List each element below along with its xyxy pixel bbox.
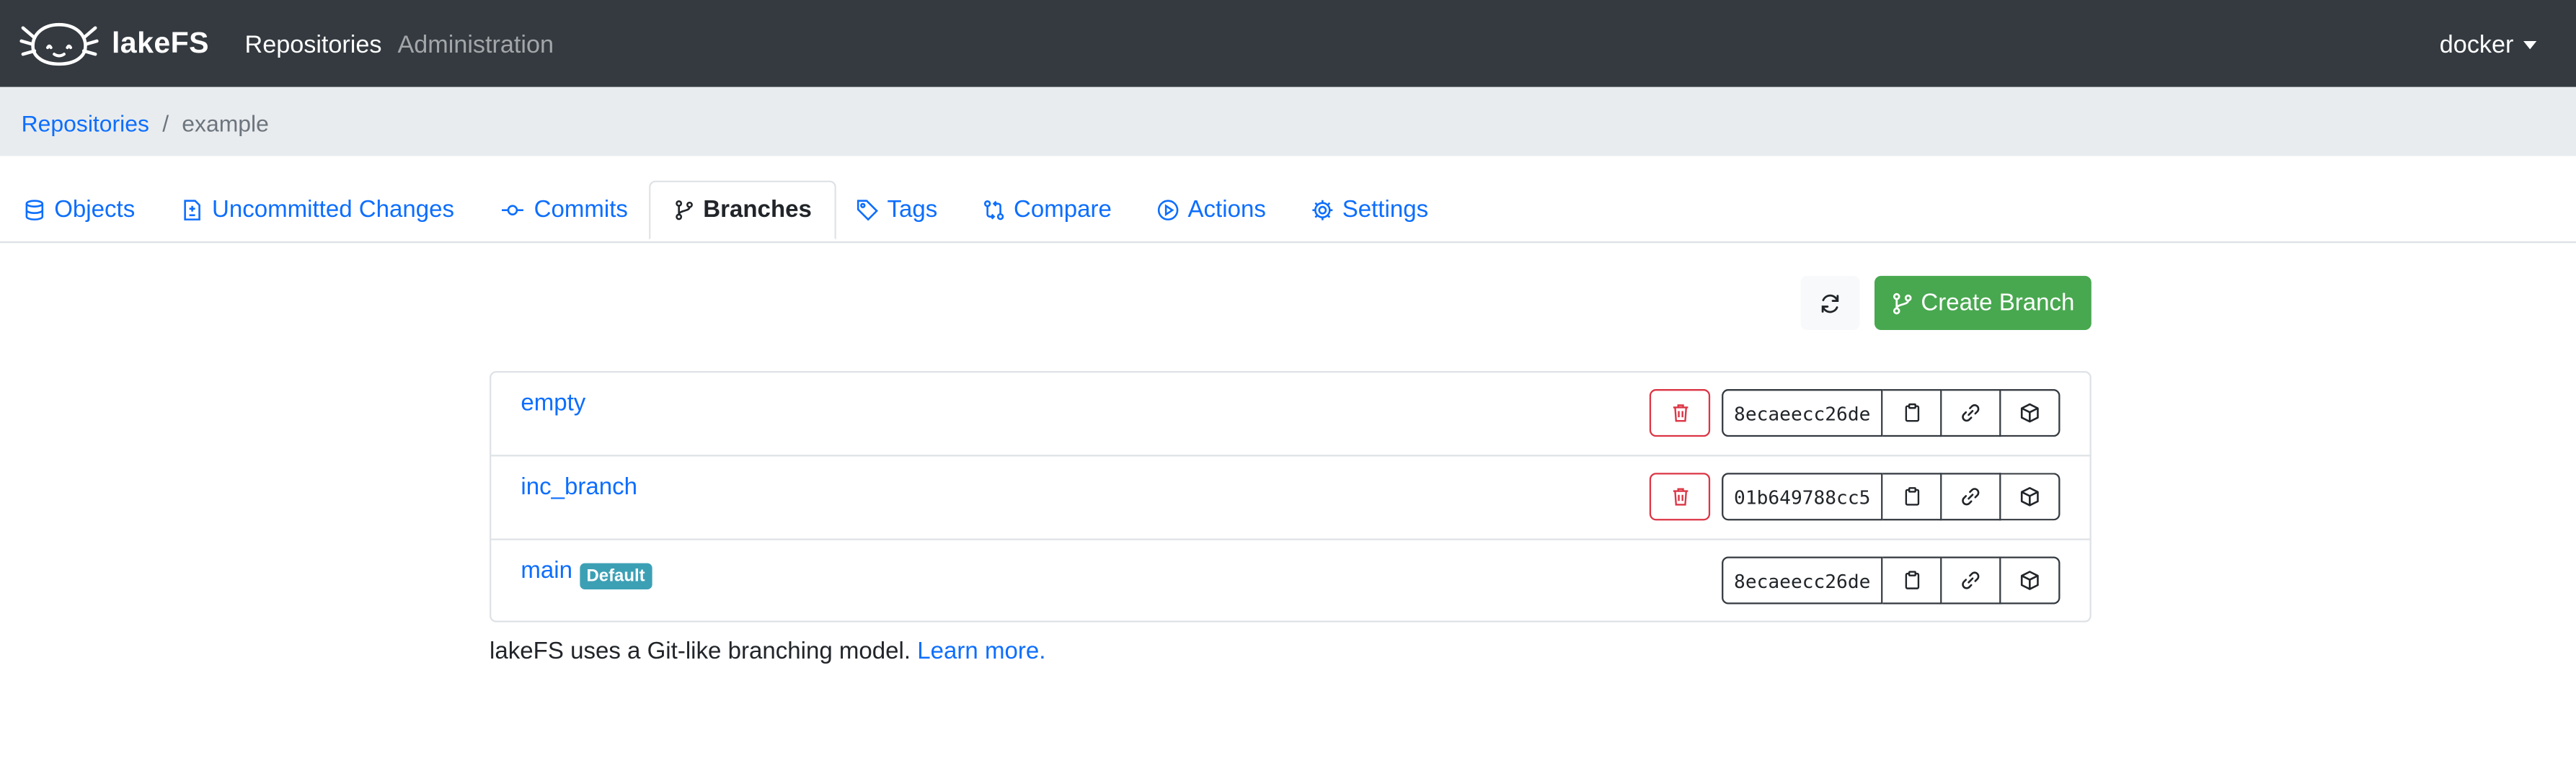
repo-tabs: Objects Uncommitted Changes Commits Bran…	[0, 180, 2576, 244]
axolotl-logo-icon	[19, 22, 99, 66]
tab-label: Settings	[1342, 197, 1429, 223]
tab-label: Tags	[887, 197, 938, 223]
tab-objects[interactable]: Objects	[23, 181, 135, 240]
tab-label: Objects	[54, 197, 136, 223]
branch-name-link[interactable]: main	[521, 558, 572, 584]
database-icon	[25, 200, 44, 220]
user-name: docker	[2439, 31, 2514, 60]
tag-icon	[857, 200, 878, 221]
git-compare-icon	[983, 200, 1004, 220]
tab-uncommitted-changes[interactable]: Uncommitted Changes	[181, 181, 454, 240]
user-menu-dropdown[interactable]: docker	[2440, 31, 2537, 59]
clipboard-icon	[1904, 571, 1919, 589]
refresh-button[interactable]	[1800, 275, 1860, 331]
commit-button-group: 8ecaeecc26de	[1722, 556, 2061, 605]
learn-more-link[interactable]: Learn more.	[917, 638, 1045, 664]
branch-row: inc_branch 01b649788cc5	[491, 456, 2090, 540]
tab-label: Commits	[534, 197, 628, 223]
commit-button-group: 8ecaeecc26de	[1722, 389, 2061, 437]
nav-repositories-link[interactable]: Repositories	[245, 31, 382, 59]
browse-objects-button[interactable]	[2001, 556, 2061, 605]
branch-name-link[interactable]: empty	[521, 391, 585, 416]
branch-name-link[interactable]: inc_branch	[521, 475, 637, 501]
browse-objects-button[interactable]	[2001, 389, 2061, 437]
tab-actions[interactable]: Actions	[1156, 181, 1266, 240]
default-badge: Default	[580, 563, 652, 590]
browse-objects-button[interactable]	[2001, 473, 2061, 521]
copy-commit-button[interactable]	[1882, 473, 1942, 521]
link-icon	[1962, 488, 1980, 506]
refresh-icon	[1821, 293, 1839, 313]
clipboard-icon	[1904, 403, 1919, 422]
commit-id-link[interactable]: 01b649788cc5	[1722, 473, 1883, 521]
trash-icon	[1672, 488, 1688, 506]
copy-link-button[interactable]	[1942, 473, 2001, 521]
brand-logo[interactable]: lakeFS	[19, 18, 209, 67]
trash-icon	[1672, 404, 1688, 422]
clipboard-icon	[1904, 487, 1919, 506]
tab-tags[interactable]: Tags	[856, 181, 937, 240]
commit-button-group: 01b649788cc5	[1722, 473, 2061, 521]
copy-commit-button[interactable]	[1882, 389, 1942, 437]
breadcrumb-repositories-link[interactable]: Repositories	[22, 110, 149, 136]
tab-commits[interactable]: Commits	[500, 181, 628, 240]
package-icon	[2020, 486, 2039, 507]
create-branch-button[interactable]: Create Branch	[1874, 275, 2092, 331]
git-commit-icon	[502, 205, 523, 215]
branch-row: main Default 8ecaeecc26de	[491, 540, 2089, 624]
nav-administration-link[interactable]: Administration	[397, 31, 554, 59]
commit-id-link[interactable]: 8ecaeecc26de	[1722, 556, 1883, 605]
tab-label: Actions	[1187, 197, 1266, 223]
delete-branch-button[interactable]	[1649, 473, 1711, 521]
git-branch-icon	[1893, 292, 1913, 314]
copy-commit-button[interactable]	[1882, 556, 1942, 605]
brand-name: lakeFS	[111, 25, 209, 58]
top-navbar: lakeFS Repositories Administration docke…	[0, 0, 2576, 87]
tab-settings[interactable]: Settings	[1311, 181, 1428, 240]
breadcrumb-bar: Repositories / example	[0, 86, 2576, 156]
gear-icon	[1312, 200, 1333, 220]
copy-link-button[interactable]	[1942, 556, 2001, 605]
tab-label: Compare	[1013, 197, 1112, 223]
copy-link-button[interactable]	[1942, 389, 2001, 437]
link-icon	[1962, 571, 1980, 589]
package-icon	[2020, 571, 2039, 590]
branch-list: empty 8ecaeecc26de inc_branch 01b649788c…	[490, 370, 2092, 624]
tab-branches[interactable]: Branches	[649, 180, 837, 240]
git-branch-icon	[676, 200, 693, 220]
tab-label: Uncommitted Changes	[211, 197, 455, 223]
caret-down-icon	[2523, 40, 2537, 50]
branching-info-text: lakeFS uses a Git-like branching model. …	[490, 638, 1045, 664]
create-branch-label: Create Branch	[1921, 290, 2075, 316]
file-diff-icon	[184, 200, 200, 220]
package-icon	[2020, 403, 2039, 423]
delete-branch-button[interactable]	[1649, 389, 1711, 437]
tab-label: Branches	[703, 197, 812, 223]
commit-id-link[interactable]: 8ecaeecc26de	[1722, 389, 1883, 437]
tab-compare[interactable]: Compare	[983, 181, 1112, 240]
play-icon	[1157, 200, 1179, 220]
breadcrumb: Repositories / example	[22, 110, 269, 136]
breadcrumb-separator: /	[162, 110, 169, 137]
link-icon	[1962, 404, 1980, 422]
breadcrumb-current-repo: example	[182, 110, 269, 137]
footer-text: lakeFS uses a Git-like branching model.	[490, 638, 911, 665]
branch-row: empty 8ecaeecc26de	[491, 373, 2090, 457]
